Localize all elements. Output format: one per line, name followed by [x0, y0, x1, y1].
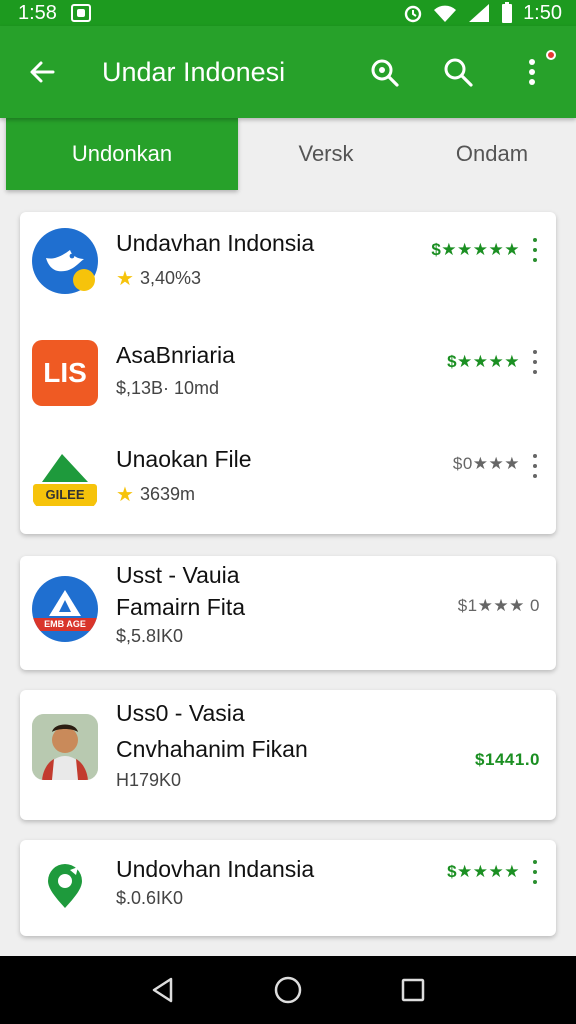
app-rating: $0★★★ [452, 454, 520, 473]
alarm-icon [404, 5, 422, 23]
list-item[interactable]: Uss0 - Vasia Cnvhahanim Fikan H179K0 $14… [20, 690, 556, 820]
app-meta: $.0.6IK0 [116, 888, 184, 908]
app-rating: $★★★★ [447, 352, 520, 371]
battery-icon [502, 2, 513, 23]
app-name-line1: Uss0 - Vasia [116, 700, 245, 726]
bird-logo-icon [32, 228, 98, 294]
app-name-line2: Famairn Fita [116, 594, 246, 620]
app-meta-text: 3639m [139, 484, 195, 504]
gilee-logo-text: GILEE [33, 484, 97, 506]
star-icon: ★ [116, 484, 134, 506]
triangle-logo-icon: EMB AGE [32, 576, 98, 642]
nav-home-button[interactable] [266, 968, 310, 1012]
nav-back-button[interactable] [141, 968, 185, 1012]
list-item[interactable]: LIS AsaBnriaria $,13B· 10md $★★★★ [20, 324, 556, 432]
nav-home-icon [274, 976, 302, 1004]
app-meta: $,5.8IK0 [116, 626, 184, 646]
tab-ondam[interactable]: Ondam [414, 118, 570, 190]
list-item[interactable]: Undavhan Indonsia ★ 3,40%3 $★★★★★ [20, 212, 556, 324]
app-rating: $1★★★ 0 [457, 596, 540, 615]
page-title: Undar Indonesi [102, 56, 286, 87]
app-list-card: Undavhan Indonsia ★ 3,40%3 $★★★★★ LIS Asa… [20, 212, 556, 534]
app-meta: ★ 3639m [116, 482, 195, 507]
person-photo-icon [32, 714, 98, 780]
tab-bar: Undonkan Versk Ondam [0, 118, 576, 190]
list-item[interactable]: EMB AGE Usst - Vauia Famairn Fita $,5.8I… [20, 556, 556, 670]
more-vert-icon [529, 59, 535, 85]
app-name: Undovhan Indansia [116, 856, 315, 882]
app-list-card: Undovhan Indansia $.0.6IK0 $★★★★ [20, 840, 556, 936]
system-nav-bar [0, 956, 576, 1024]
app-list-card: Uss0 - Vasia Cnvhahanim Fikan H179K0 $14… [20, 690, 556, 820]
app-bar: Undar Indonesi [0, 26, 576, 118]
tab-versk[interactable]: Versk [238, 118, 414, 190]
back-button[interactable] [20, 50, 64, 94]
app-rating: $★★★★★ [431, 240, 520, 259]
scan-search-button[interactable] [360, 48, 408, 96]
app-rating: $1441.0 [475, 750, 540, 769]
list-item[interactable]: Undovhan Indansia $.0.6IK0 $★★★★ [20, 840, 556, 936]
nav-back-icon [152, 977, 172, 1003]
status-time-left: 1:58 [18, 1, 57, 24]
app-list-card: EMB AGE Usst - Vauia Famairn Fita $,5.8I… [20, 556, 556, 670]
wifi-icon [434, 5, 457, 22]
status-time-right: 1:50 [523, 1, 562, 24]
app-name: Undavhan Indonsia [116, 230, 315, 256]
app-meta: H179K0 [116, 770, 182, 790]
arrow-left-icon [30, 61, 55, 83]
tab-undonkan[interactable]: Undonkan [6, 118, 238, 190]
search-button[interactable] [434, 48, 482, 96]
star-icon: ★ [116, 268, 134, 290]
list-item[interactable]: GILEE Unaokan File ★ 3639m $0★★★ [20, 432, 556, 534]
app-name: Unaokan File [116, 446, 252, 472]
signal-icon [469, 4, 490, 22]
search-icon [444, 58, 473, 87]
app-meta-text: 3,40%3 [139, 268, 201, 288]
more-options-button[interactable] [528, 860, 542, 884]
scan-search-icon [371, 59, 399, 87]
status-bar: 1:58 1:50 [0, 0, 576, 26]
gilee-logo-icon: GILEE [32, 444, 98, 510]
app-name-line1: Usst - Vauia [116, 562, 240, 588]
more-options-button[interactable] [528, 350, 542, 374]
app-name: AsaBnriaria [116, 342, 235, 368]
nav-recents-icon [402, 978, 425, 1002]
app-meta: ★ 3,40%3 [116, 266, 201, 291]
more-options-button[interactable] [528, 454, 542, 478]
lis-logo-icon: LIS [32, 340, 98, 406]
triangle-logo-text: EMB AGE [33, 617, 97, 631]
more-options-button[interactable] [528, 238, 542, 262]
notification-icon [70, 4, 91, 22]
green-pin-logo-icon [32, 854, 98, 920]
app-meta: $,13B· 10md [116, 378, 220, 398]
notification-badge [546, 50, 556, 60]
nav-recents-button[interactable] [391, 968, 435, 1012]
app-rating: $★★★★ [447, 862, 520, 881]
overflow-menu-button[interactable] [508, 48, 556, 96]
app-name-line2: Cnvhahanim Fikan [116, 736, 308, 762]
